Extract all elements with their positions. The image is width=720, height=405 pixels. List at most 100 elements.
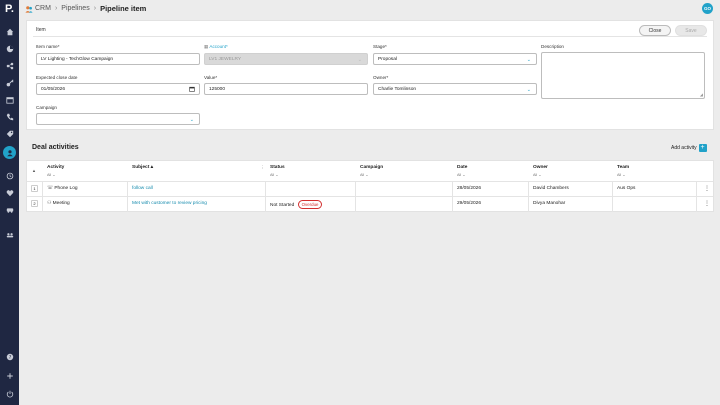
filter-status[interactable]: All ⌄ xyxy=(270,172,278,177)
activity-cell: ⚇ Meeting xyxy=(47,201,70,206)
subject-link[interactable]: Met with customer to review pricing xyxy=(132,201,207,206)
cell-divider xyxy=(452,182,453,197)
group-icon[interactable] xyxy=(4,229,15,240)
row-index: 1 xyxy=(31,185,38,192)
column-header-owner[interactable]: Owner xyxy=(533,165,548,170)
people-icon xyxy=(25,5,33,13)
chevron-down-icon: ⌄ xyxy=(357,57,362,63)
share-icon[interactable] xyxy=(4,60,15,71)
more-options-icon[interactable]: ⋮ xyxy=(704,185,710,192)
cell-divider xyxy=(612,182,613,197)
close-button[interactable]: Close xyxy=(639,25,671,36)
cell-divider xyxy=(528,197,529,212)
breadcrumb: CRM › Pipelines › Pipeline item xyxy=(25,4,146,13)
home-icon[interactable] xyxy=(4,26,15,37)
value-label: Value xyxy=(204,75,217,80)
column-header-activity[interactable]: Activity xyxy=(47,165,64,170)
filter-campaign[interactable]: All ⌄ xyxy=(360,172,368,177)
logout-icon[interactable] xyxy=(4,388,15,399)
deal-activities-title: Deal activities xyxy=(32,144,79,151)
account-select: LV1 JEWELRY ⌄ xyxy=(204,53,368,65)
cell-divider xyxy=(127,197,128,212)
owner-label: Owner xyxy=(373,75,388,80)
table-row[interactable]: 1 ☏ Phone Log follow call 28/05/2026 Dav… xyxy=(27,181,713,197)
calendar-icon[interactable] xyxy=(189,86,195,92)
filter-date[interactable]: All ⌄ xyxy=(457,172,465,177)
chevron-down-icon: ⌄ xyxy=(526,57,531,63)
table-row[interactable]: 2 ⚇ Meeting Met with customer to review … xyxy=(27,196,713,212)
add-activity-button[interactable]: Add activity + xyxy=(671,144,707,152)
activities-table: ▲ Activity All ⌄ Subject ▴ ⋮ Status All … xyxy=(26,160,714,212)
item-name-input[interactable]: LV Lighting - TechGlow Campaign xyxy=(36,53,200,65)
cell-divider xyxy=(452,197,453,212)
truck-icon[interactable] xyxy=(4,204,15,215)
sidebar: P. ? xyxy=(0,0,19,405)
subject-link[interactable]: follow call xyxy=(132,186,153,191)
column-header-team[interactable]: Team xyxy=(617,165,629,170)
history-icon[interactable] xyxy=(4,170,15,181)
item-name-value: LV Lighting - TechGlow Campaign xyxy=(41,56,114,62)
filter-owner[interactable]: All ⌄ xyxy=(533,172,541,177)
cell-divider xyxy=(42,182,43,197)
account-label: ▦ Account* xyxy=(204,44,228,49)
app-logo[interactable]: P. xyxy=(3,3,16,16)
column-header-campaign[interactable]: Campaign xyxy=(360,165,383,170)
stage-value: Proposal xyxy=(378,56,397,62)
cell-divider xyxy=(265,182,266,197)
cell-divider xyxy=(127,182,128,197)
plus-icon[interactable] xyxy=(4,370,15,381)
expected-close-date-value: 01/05/2026 xyxy=(41,86,66,92)
column-header-subject[interactable]: Subject ▴ xyxy=(132,165,153,170)
expected-close-date-label: Expected close date xyxy=(36,75,78,80)
status-cell: Not Started Overdue xyxy=(270,200,323,209)
item-form-card: Item Close Save Item name LV Lighting - … xyxy=(26,20,714,130)
cell-divider xyxy=(355,182,356,197)
campaign-label: Campaign xyxy=(36,105,57,110)
date-cell: 29/05/2026 xyxy=(457,201,482,206)
owner-cell: Divya Manohar xyxy=(533,201,566,206)
topbar: CRM › Pipelines › Pipeline item GO xyxy=(19,0,720,20)
help-icon[interactable]: ? xyxy=(4,351,15,362)
value-input[interactable]: 125000 xyxy=(204,83,368,95)
tag-icon[interactable] xyxy=(4,128,15,139)
sort-arrow-icon[interactable]: ▲ xyxy=(32,168,36,173)
chevron-down-icon: ⌄ xyxy=(189,117,194,123)
tab-divider xyxy=(33,36,707,37)
heart-icon[interactable] xyxy=(4,187,15,198)
meeting-icon: ⚇ xyxy=(47,201,52,206)
owner-select[interactable]: Charlie Tomlinson ⌄ xyxy=(373,83,537,95)
filter-activity[interactable]: All ⌄ xyxy=(47,172,55,177)
column-header-date[interactable]: Date xyxy=(457,165,467,170)
breadcrumb-crm[interactable]: CRM xyxy=(35,5,51,12)
avatar[interactable]: GO xyxy=(702,3,713,14)
more-options-icon[interactable]: ⋮ xyxy=(704,200,710,207)
phone-icon[interactable] xyxy=(4,111,15,122)
key-icon[interactable] xyxy=(4,77,15,88)
row-index: 2 xyxy=(31,200,38,207)
chart-icon[interactable] xyxy=(4,43,15,54)
stage-label: Stage xyxy=(373,44,387,49)
expected-close-date-input[interactable]: 01/05/2026 xyxy=(36,83,200,95)
description-label: Description xyxy=(541,44,564,49)
stage-select[interactable]: Proposal ⌄ xyxy=(373,53,537,65)
cell-divider xyxy=(355,197,356,212)
cell-divider xyxy=(42,197,43,212)
breadcrumb-pipelines[interactable]: Pipelines xyxy=(61,5,89,12)
column-menu-icon[interactable]: ⋮ xyxy=(260,165,265,171)
cell-divider xyxy=(696,197,697,212)
campaign-select[interactable]: ⌄ xyxy=(36,113,200,125)
calendar-icon[interactable] xyxy=(4,94,15,105)
column-header-status[interactable]: Status xyxy=(270,165,285,170)
resize-handle-icon[interactable]: ◢ xyxy=(700,92,703,97)
chevron-right-icon: › xyxy=(93,5,97,12)
page-title: Pipeline item xyxy=(100,4,147,13)
contact-icon[interactable] xyxy=(3,146,16,159)
save-button[interactable]: Save xyxy=(675,25,707,36)
building-icon: ▦ xyxy=(204,44,209,49)
add-activity-label: Add activity xyxy=(671,145,697,151)
plus-icon: + xyxy=(698,144,707,152)
chevron-right-icon: › xyxy=(54,5,58,12)
description-textarea[interactable]: ◢ xyxy=(541,52,705,99)
account-value: LV1 JEWELRY xyxy=(209,56,242,62)
filter-team[interactable]: All ⌄ xyxy=(617,172,625,177)
